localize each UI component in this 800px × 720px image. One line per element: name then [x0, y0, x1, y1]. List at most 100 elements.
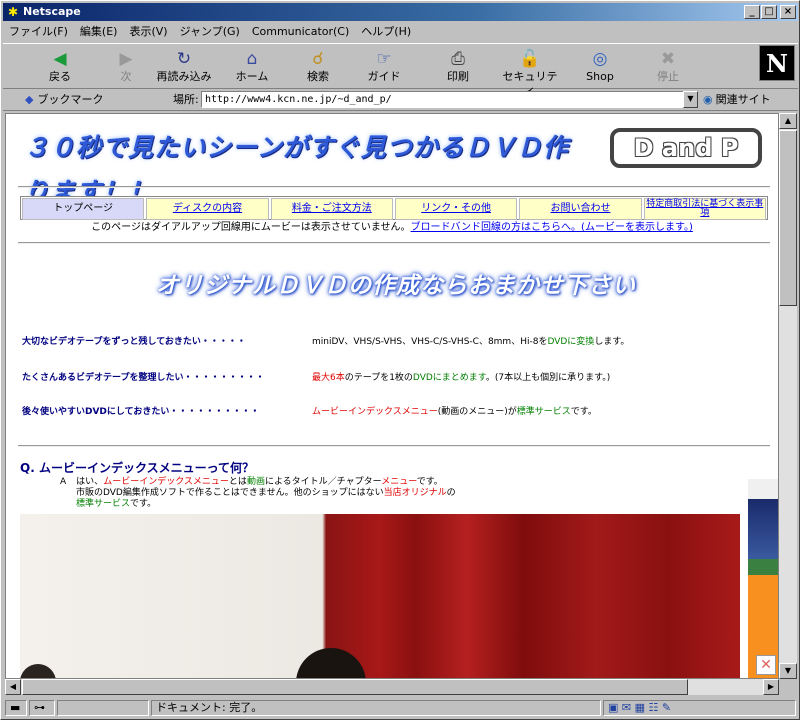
answer-segment: とは [228, 477, 247, 487]
navigation-toolbar: ◀戻る▶次↻再読み込み⌂ホーム☌検索☞ガイド⎙印刷🔓セキュリティ◎Shop✖停止 [3, 43, 798, 97]
toolbar-button-4[interactable]: ☌ 検索 [287, 48, 349, 88]
toolbar-button-7[interactable]: 🔓セキュリティ [499, 48, 561, 97]
horizontal-scroll-thumb[interactable] [22, 679, 688, 695]
menu-item-3[interactable]: ジャンプ(G) [174, 22, 246, 41]
menu-item-0[interactable]: ファイル(F) [3, 22, 74, 41]
menu-item-5[interactable]: ヘルプ(H) [355, 22, 417, 41]
site-navigation: トップページ ディスクの内容 料金・ご注文方法 リンク・その他 お問い合わせ 特定商取引法… [20, 196, 768, 220]
toolbar-button-0[interactable]: ◀ 戻る [29, 48, 91, 88]
answer-segment: です。 [570, 407, 597, 417]
vertical-scroll-thumb[interactable] [779, 130, 797, 306]
guide-icon: ☞ [376, 49, 392, 69]
bookmarks-button[interactable]: ◆ ブックマーク [25, 92, 103, 108]
bookmark-icon: ◆ [25, 93, 34, 106]
menu-item-4[interactable]: Communicator(C) [246, 22, 355, 41]
toolbar-label: 再読み込み [156, 70, 212, 83]
reload-icon: ↻ [176, 49, 192, 69]
scroll-right-arrow[interactable]: ▶ [763, 679, 779, 695]
vertical-scrollbar[interactable]: ▲ ▼ [779, 113, 797, 679]
answer-segment: 最大6本 [312, 373, 345, 383]
feature-answer: miniDV、VHS/S-VHS、VHS-C/S-VHS-C、8mm、Hi-8を… [312, 336, 629, 348]
toolbar-button-9[interactable]: ✖ 停止 [637, 48, 699, 88]
component-bar[interactable]: ▣ ✉ ▦ ☷ ✎ [603, 700, 796, 716]
answer-segment: 動画 [246, 477, 265, 487]
home-icon: ⌂ [246, 49, 258, 69]
url-input[interactable]: http://www4.kcn.ne.jp/~d_and_p/ [201, 91, 685, 108]
answer-segment: DVDに変換 [547, 337, 595, 347]
answer-segment: メニュー [381, 477, 417, 487]
nav-link-2[interactable]: 料金・ご注文方法 [270, 198, 393, 220]
netscape-logo[interactable]: N [759, 45, 795, 81]
answer-segment: 。(7本以上も個別に承ります。) [485, 373, 611, 383]
person-shape [20, 664, 56, 678]
broadband-link[interactable]: ブロードバンド回線の方はこちらへ。(ムービーを表示します。) [411, 222, 693, 233]
toolbar-button-1[interactable]: ▶ 次 [95, 48, 157, 88]
answer-segment: です。 [130, 499, 157, 509]
nav-link-0[interactable]: トップページ [22, 198, 145, 220]
window-title: Netscape [23, 5, 81, 18]
answer-line: 市販のDVD編集作成ソフトで作ることはできません。他のショップにはない当店オリジ… [60, 488, 500, 499]
location-bar: ◆ ブックマーク 場所: http://www4.kcn.ne.jp/~d_and… [3, 89, 798, 111]
nav-link-5[interactable]: 特定商取引法に基づく表示事項 [643, 198, 766, 220]
lock-icon: 🔓 [519, 49, 541, 69]
back-arrow-icon: ◀ [53, 49, 67, 69]
scroll-down-arrow[interactable]: ▼ [779, 663, 797, 679]
answer-segment: オリジナル [401, 488, 447, 498]
answer-segment: します。 [594, 337, 630, 347]
status-text: ドキュメント: 完了。 [151, 700, 601, 716]
nav-link-3[interactable]: リンク・その他 [394, 198, 518, 220]
shop-icon: ◎ [592, 49, 608, 69]
toolbar-label: 戻る [49, 70, 71, 83]
toolbar-label: 検索 [307, 70, 329, 83]
related-sites-button[interactable]: ◉ 関連サイト [703, 92, 771, 108]
site-logo: D and P [610, 128, 762, 168]
stop-icon: ✖ [660, 49, 676, 69]
side-advertisement[interactable]: ✕ [748, 479, 778, 678]
answer-segment: (動画のメニュー)が [437, 407, 517, 417]
answer-segment: はい、 [76, 477, 104, 487]
answer-segment: 標準サービス [516, 407, 571, 417]
feature-question: たくさんあるビデオテープを整理したい・・・・・・・・・ [22, 373, 265, 383]
maximize-button[interactable]: □ [761, 5, 777, 19]
nav-link-1[interactable]: ディスクの内容 [146, 198, 269, 220]
horizontal-scrollbar[interactable]: ◀ ▶ [5, 679, 779, 695]
answer-segment: miniDV、VHS/S-VHS、VHS-C/S-VHS-C、8mm、Hi-8を [312, 337, 548, 347]
answer-segment: DVDにまとめます [412, 373, 486, 383]
answer-segment: によるタイトル／チャプター [264, 477, 382, 487]
nav-link-4[interactable]: お問い合わせ [519, 198, 642, 220]
status-bar: ▬ ⊶ ドキュメント: 完了。 ▣ ✉ ▦ ☷ ✎ [3, 698, 798, 718]
answer-segment: ムービーインデックスメニュー [103, 477, 229, 487]
close-ad-icon[interactable]: ✕ [756, 655, 776, 675]
menu-item-1[interactable]: 編集(E) [74, 22, 124, 41]
answer-prefix: A [60, 477, 67, 487]
security-status-icon[interactable]: ▬ [5, 700, 27, 716]
divider [18, 186, 770, 188]
answer-segment: の [446, 488, 456, 498]
close-button[interactable]: × [780, 5, 796, 19]
sub-banner: オリジナルＤＶＤの作成ならおまかせ下さい [156, 273, 636, 299]
person-head-shape [296, 648, 366, 678]
answer-segment: 標準サービス [76, 499, 131, 509]
answer-segment: のテープを1枚の [344, 373, 413, 383]
toolbar-button-2[interactable]: ↻ 再読み込み [153, 48, 215, 88]
answer-segment: ムービーインデックスメニュー [312, 407, 438, 417]
divider [18, 445, 770, 447]
scroll-up-arrow[interactable]: ▲ [779, 113, 797, 129]
toolbar-button-3[interactable]: ⌂ ホーム [221, 48, 283, 88]
url-dropdown-button[interactable]: ▼ [683, 91, 698, 108]
browser-window: ✱ Netscape _ □ × ファイル(F) 編集(E) 表示(V) ジャンプ(G… [0, 0, 800, 720]
netscape-app-icon: ✱ [7, 5, 19, 19]
menu-item-2[interactable]: 表示(V) [123, 22, 173, 41]
print-icon: ⎙ [451, 49, 465, 69]
related-sites-icon: ◉ [703, 93, 713, 106]
notice-text: このページはダイアルアップ回線用にムービーは表示させていません。 [91, 222, 411, 233]
toolbar-label: 印刷 [447, 70, 469, 83]
answer-segment: 当店 [383, 488, 402, 498]
answer-line: A はい、ムービーインデックスメニューとは動画によるタイトル／チャプターメニューで… [60, 477, 500, 488]
divider [18, 242, 770, 244]
scroll-left-arrow[interactable]: ◀ [5, 679, 21, 695]
minimize-button[interactable]: _ [744, 5, 760, 19]
toolbar-button-6[interactable]: ⎙ 印刷 [427, 48, 489, 88]
toolbar-button-5[interactable]: ☞ ガイド [353, 48, 415, 88]
toolbar-button-8[interactable]: ◎ Shop [569, 48, 631, 88]
